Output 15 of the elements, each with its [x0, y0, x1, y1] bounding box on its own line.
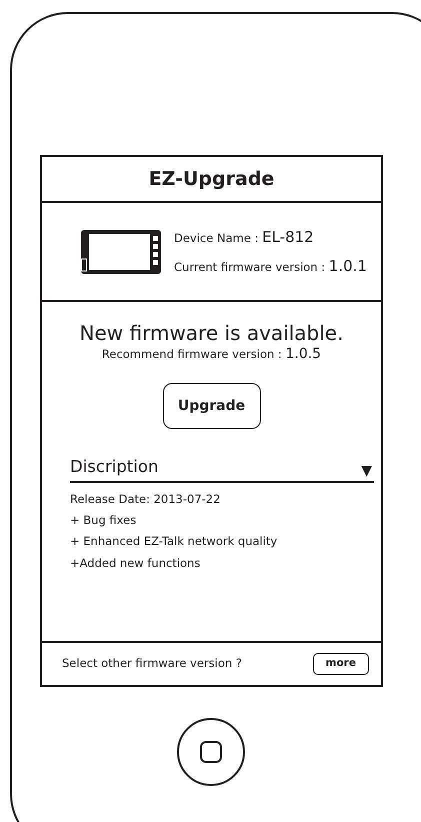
description-line: Release Date: 2013-07-22: [70, 490, 222, 508]
description-title: Discription: [70, 456, 158, 478]
recommended-version: Recommend firmware version : 1.0.5: [102, 345, 322, 364]
upgrade-button[interactable]: Upgrade: [162, 383, 260, 429]
tablet-icon: [80, 228, 162, 274]
more-button[interactable]: more: [312, 653, 369, 675]
device-name: Device Name : EL-812: [174, 227, 315, 248]
update-headline: New firmware is available.: [80, 322, 344, 344]
app-title: EZ-Upgrade: [148, 166, 274, 192]
description-line: + Bug fixes: [70, 512, 138, 529]
other-version-prompt: Select other firmware version ?: [62, 655, 242, 672]
description-line: +Added new functions: [70, 554, 202, 572]
expand-toggle[interactable]: ▼: [361, 464, 374, 480]
description-line: + Enhanced EZ-Talk network quality: [70, 533, 278, 550]
current-firmware-version: Current firmware version : 1.0.1: [174, 256, 367, 276]
